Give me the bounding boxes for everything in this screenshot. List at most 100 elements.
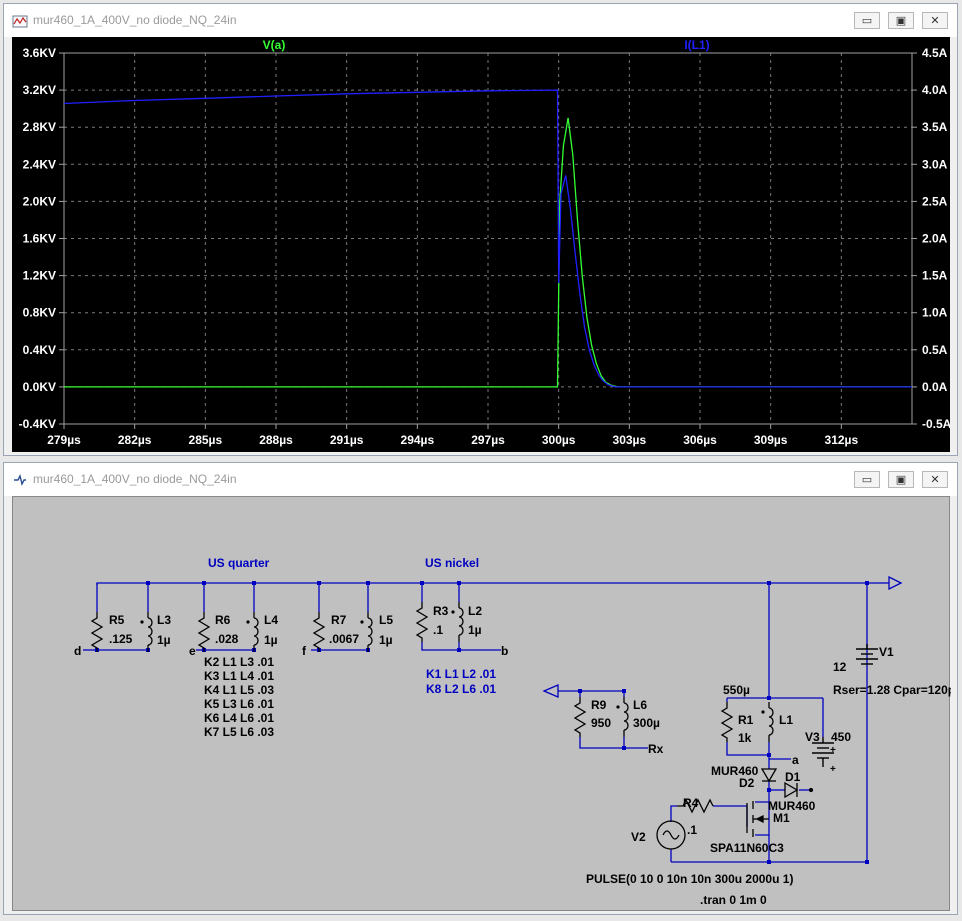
label-L5: L5 xyxy=(379,613,393,627)
close-button[interactable]: ✕ xyxy=(922,471,948,488)
right-tick-label: 3.5A xyxy=(922,120,948,134)
inductor-L4[interactable] xyxy=(245,611,259,653)
restore-button[interactable]: ▣ xyxy=(888,12,914,29)
diode-D2[interactable] xyxy=(760,768,778,783)
left-tick-label: 3.2KV xyxy=(23,83,56,97)
waveform-window-title: mur460_1A_400V_no diode_NQ_24in xyxy=(33,13,237,27)
waveform-window-icon xyxy=(12,15,28,28)
label-R4: R4 xyxy=(683,796,699,810)
x-tick-label: 279µs xyxy=(47,433,81,447)
label-L1: L1 xyxy=(779,713,793,727)
minimize-button[interactable]: ▭ xyxy=(854,471,880,488)
rser-cpar: Rser=1.28 Cpar=120p xyxy=(833,683,951,697)
resistor-R1[interactable] xyxy=(721,701,733,743)
label-R7: R7 xyxy=(331,613,347,627)
waveform-chart[interactable]: -0.4KV 0.0KV 0.4KV 0.8KV 1.2KV 1.6KV 2.0KV 2.4K… xyxy=(12,37,952,452)
schematic-titlebar[interactable]: mur460_1A_400V_no diode_NQ_24in ▭ ▣ ✕ xyxy=(4,463,957,496)
k-directive: K2 L1 L3 .01 xyxy=(204,655,274,669)
label-D1: D1 xyxy=(785,770,801,784)
resistor-R3[interactable] xyxy=(416,601,428,643)
label-R9: R9 xyxy=(591,698,607,712)
label-M1: M1 xyxy=(773,811,790,825)
x-tick-label: 312µs xyxy=(825,433,859,447)
k-directive: K4 L1 L5 .03 xyxy=(204,683,274,697)
trace-label-i-l1[interactable]: I(L1) xyxy=(684,38,709,52)
value-R7: .0067 xyxy=(329,632,359,646)
value-V3: 450 xyxy=(831,730,851,744)
pulse-source-V2[interactable] xyxy=(656,820,686,850)
left-tick-label: 0.4KV xyxy=(23,343,56,357)
label-V2: V2 xyxy=(631,830,646,844)
trace-label-v-a[interactable]: V(a) xyxy=(263,38,286,52)
k-directive: K5 L3 L6 .01 xyxy=(204,697,274,711)
schematic-drawing[interactable]: US quarter US nickel R5 .125 L3 1µ R6 .0… xyxy=(13,497,955,912)
value-M1: SPA11N60C3 xyxy=(710,841,784,855)
resistor-R6[interactable] xyxy=(198,611,210,653)
inductor-L5[interactable] xyxy=(359,611,373,653)
value-L5: 1µ xyxy=(379,633,393,647)
x-tick-label: 303µs xyxy=(613,433,647,447)
net-label-e: e xyxy=(189,644,196,658)
label-R5: R5 xyxy=(109,613,125,627)
k-directive: K6 L4 L6 .01 xyxy=(204,711,274,725)
input-flag[interactable] xyxy=(542,684,559,698)
net-label-f: f xyxy=(302,644,307,658)
left-tick-label: 0.0KV xyxy=(23,380,56,394)
left-tick-label: 0.8KV xyxy=(23,306,56,320)
inductor-L6[interactable] xyxy=(615,696,629,738)
right-tick-label: 3.0A xyxy=(922,157,948,171)
inductor-L2[interactable] xyxy=(450,601,464,643)
label-R6: R6 xyxy=(215,613,231,627)
left-tick-label: 1.6KV xyxy=(23,232,56,246)
net-label-b: b xyxy=(501,644,508,658)
value-L6: 300µ xyxy=(633,716,660,730)
k-directives-blue: K1 L1 L2 .01 K8 L2 L6 .01 xyxy=(426,667,496,696)
minimize-button[interactable]: ▭ xyxy=(854,12,880,29)
comment-us-quarter: US quarter xyxy=(208,556,270,570)
x-tick-label: 306µs xyxy=(683,433,717,447)
waveform-titlebar[interactable]: mur460_1A_400V_no diode_NQ_24in ▭ ▣ ✕ xyxy=(4,4,957,37)
close-button[interactable]: ✕ xyxy=(922,12,948,29)
value-L2: 1µ xyxy=(468,623,482,637)
label-R3: R3 xyxy=(433,604,449,618)
x-tick-label: 300µs xyxy=(542,433,576,447)
net-label-rx: Rx xyxy=(648,742,664,756)
net-label-d: d xyxy=(74,644,81,658)
tran-directive: .tran 0 1m 0 xyxy=(700,893,767,907)
value-L3: 1µ xyxy=(157,633,171,647)
right-tick-label: 0.5A xyxy=(922,343,948,357)
label-L2: L2 xyxy=(468,604,482,618)
resistor-R5[interactable] xyxy=(91,611,103,653)
schematic-canvas[interactable]: US quarter US nickel R5 .125 L3 1µ R6 .0… xyxy=(12,496,955,912)
label-L3: L3 xyxy=(157,613,171,627)
inductor-L3[interactable] xyxy=(139,611,153,653)
restore-button[interactable]: ▣ xyxy=(888,471,914,488)
x-axis-ticks: 279µs 282µs 285µs 288µs 291µs 294µs 297µs 300µs… xyxy=(47,424,858,447)
value-R4: .1 xyxy=(687,823,697,837)
waveform-plot-pane[interactable]: -0.4KV 0.0KV 0.4KV 0.8KV 1.2KV 1.6KV 2.0KV 2.4K… xyxy=(12,37,952,452)
label-L6: L6 xyxy=(633,698,647,712)
label-V1: V1 xyxy=(879,645,894,659)
k-directive: K3 L1 L4 .01 xyxy=(204,669,274,683)
inductor-L1[interactable] xyxy=(760,701,774,743)
mosfet-M1[interactable] xyxy=(746,801,769,837)
right-tick-label: -0.5A xyxy=(922,417,950,431)
resistor-R9[interactable] xyxy=(574,696,586,738)
left-tick-label: 3.6KV xyxy=(23,46,56,60)
value-V2: PULSE(0 10 0 10n 10n 300u 2000u 1) xyxy=(586,872,793,886)
right-tick-label: 1.5A xyxy=(922,269,948,283)
k-directives-black: K2 L1 L3 .01 K3 L1 L4 .01 K4 L1 L5 .03 K… xyxy=(204,655,274,739)
svg-text:+: + xyxy=(830,745,836,756)
x-tick-label: 288µs xyxy=(259,433,293,447)
value-R3: .1 xyxy=(433,623,443,637)
label-V3: V3 xyxy=(805,730,820,744)
value-V1: 12 xyxy=(833,660,847,674)
left-tick-label: 2.0KV xyxy=(23,194,56,208)
resistor-R7[interactable] xyxy=(313,611,325,653)
right-tick-label: 1.0A xyxy=(922,306,948,320)
k-directive: K8 L2 L6 .01 xyxy=(426,682,496,696)
output-flag[interactable] xyxy=(888,575,903,591)
value-R1: 1k xyxy=(738,731,752,745)
right-tick-label: 0.0A xyxy=(922,380,948,394)
schematic-window-icon xyxy=(14,473,26,487)
